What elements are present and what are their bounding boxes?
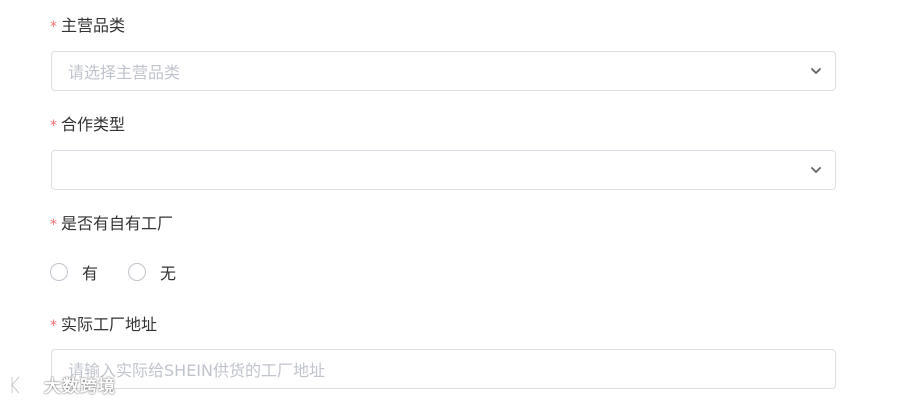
address-input-placeholder: 请输入实际给SHEIN供货的工厂地址 [68, 361, 325, 380]
required-mark: * [50, 318, 57, 334]
radio-circle[interactable] [50, 263, 68, 281]
radio-option-label: 有 [82, 264, 99, 283]
radio-option-label: 无 [160, 264, 177, 283]
required-mark: * [50, 19, 57, 35]
required-mark: * [50, 118, 57, 134]
chevron-down-icon[interactable] [801, 51, 831, 91]
address-input[interactable]: 请输入实际给SHEIN供货的工厂地址 [51, 349, 836, 389]
supplier-form: * 主营品类 请选择主营品类 * 合作类型 * 是否有自有工厂 有 无 * 实际… [0, 0, 900, 403]
cooperation-label-text: 合作类型 [61, 115, 126, 134]
cooperation-label: * 合作类型 [50, 115, 125, 135]
category-label-text: 主营品类 [61, 16, 126, 35]
chevron-down-icon[interactable] [801, 150, 831, 190]
radio-circle[interactable] [128, 263, 147, 281]
watermark-text: 大数跨境 [44, 377, 116, 397]
address-label: * 实际工厂地址 [50, 315, 157, 335]
watermark-logo-icon [10, 375, 36, 394]
cooperation-select[interactable] [51, 150, 836, 190]
category-label: * 主营品类 [50, 16, 125, 36]
category-select-placeholder: 请选择主营品类 [68, 63, 181, 82]
radio-option-no[interactable]: 无 [128, 260, 176, 284]
factory-label: * 是否有自有工厂 [50, 214, 173, 234]
radio-option-yes[interactable]: 有 [50, 260, 98, 284]
factory-radio-group: 有 无 [50, 260, 206, 284]
factory-label-text: 是否有自有工厂 [61, 214, 174, 233]
address-label-text: 实际工厂地址 [61, 315, 158, 334]
watermark: 大数跨境 [8, 372, 116, 397]
required-mark: * [50, 217, 57, 233]
category-select[interactable]: 请选择主营品类 [51, 51, 836, 91]
